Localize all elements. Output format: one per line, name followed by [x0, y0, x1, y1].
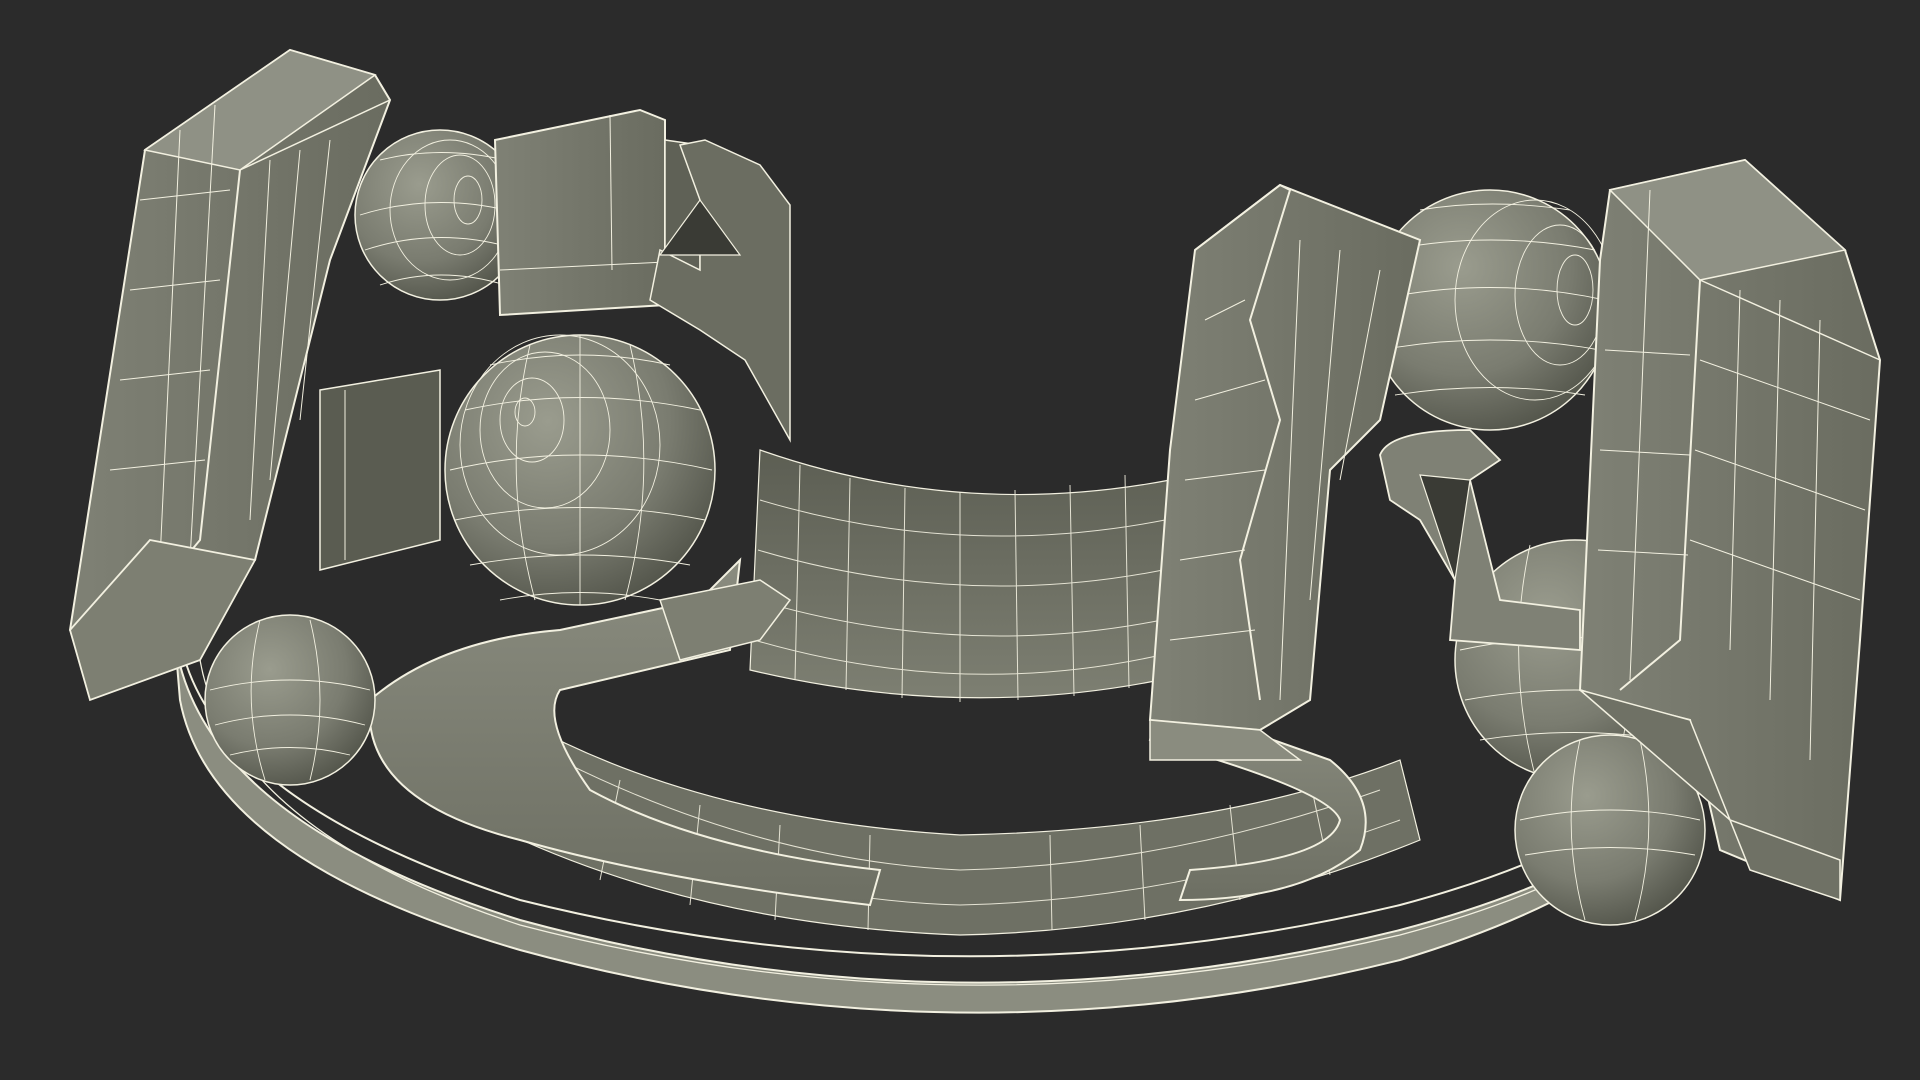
viewport-3d — [0, 0, 1920, 1080]
ball-center-left — [444, 334, 716, 606]
bearing-wireframe-render — [68, 48, 1882, 1014]
left-cage-tab — [319, 369, 441, 571]
right-cage-hook — [1379, 429, 1581, 651]
ball-lower-left — [204, 614, 376, 786]
ball-upper-right — [1369, 189, 1616, 431]
right-cage-column — [1148, 183, 1422, 761]
left-pillar — [68, 48, 392, 702]
